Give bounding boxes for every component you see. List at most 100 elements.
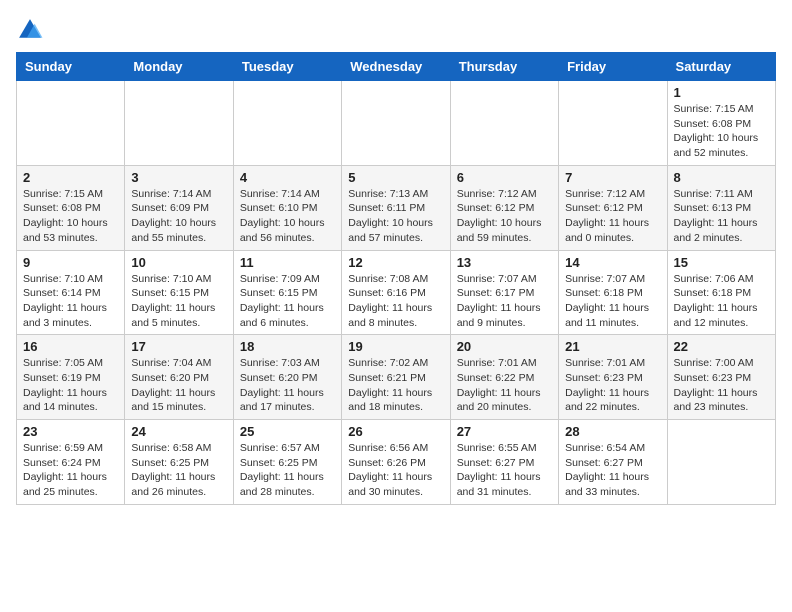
- day-number: 16: [23, 339, 118, 354]
- calendar-cell: 16 Sunrise: 7:05 AM Sunset: 6:19 PM Dayli…: [17, 335, 125, 420]
- day-number: 24: [131, 424, 226, 439]
- day-info: Sunrise: 6:54 AM Sunset: 6:27 PM Dayligh…: [565, 441, 660, 500]
- day-info: Sunrise: 7:15 AM Sunset: 6:08 PM Dayligh…: [674, 102, 769, 161]
- day-info: Sunrise: 6:59 AM Sunset: 6:24 PM Dayligh…: [23, 441, 118, 500]
- calendar-cell: 10Sunrise: 7:10 AM Sunset: 6:15 PM Dayli…: [125, 250, 233, 335]
- calendar-cell: 27 Sunrise: 6:55 AM Sunset: 6:27 PM Dayli…: [450, 420, 558, 505]
- calendar-cell: 15 Sunrise: 7:06 AM Sunset: 6:18 PM Dayli…: [667, 250, 775, 335]
- day-number: 1: [674, 85, 769, 100]
- day-info: Sunrise: 7:12 AM Sunset: 6:12 PM Dayligh…: [457, 187, 552, 246]
- calendar-cell: [125, 81, 233, 166]
- day-number: 14: [565, 255, 660, 270]
- day-info: Sunrise: 6:58 AM Sunset: 6:25 PM Dayligh…: [131, 441, 226, 500]
- calendar-table: SundayMondayTuesdayWednesdayThursdayFrid…: [16, 52, 776, 505]
- calendar-cell: 18 Sunrise: 7:03 AM Sunset: 6:20 PM Dayli…: [233, 335, 341, 420]
- calendar-cell: [559, 81, 667, 166]
- calendar-cell: 5 Sunrise: 7:13 AM Sunset: 6:11 PM Daylig…: [342, 165, 450, 250]
- calendar-cell: [667, 420, 775, 505]
- day-number: 18: [240, 339, 335, 354]
- day-info: Sunrise: 7:08 AM Sunset: 6:16 PM Dayligh…: [348, 272, 443, 331]
- calendar-cell: [233, 81, 341, 166]
- day-info: Sunrise: 7:13 AM Sunset: 6:11 PM Dayligh…: [348, 187, 443, 246]
- day-number: 10: [131, 255, 226, 270]
- calendar-header-friday: Friday: [559, 53, 667, 81]
- day-info: Sunrise: 7:07 AM Sunset: 6:18 PM Dayligh…: [565, 272, 660, 331]
- calendar-cell: 9 Sunrise: 7:10 AM Sunset: 6:14 PM Daylig…: [17, 250, 125, 335]
- day-info: Sunrise: 6:56 AM Sunset: 6:26 PM Dayligh…: [348, 441, 443, 500]
- calendar-header-sunday: Sunday: [17, 53, 125, 81]
- day-info: Sunrise: 7:01 AM Sunset: 6:22 PM Dayligh…: [457, 356, 552, 415]
- day-number: 27: [457, 424, 552, 439]
- calendar-week-4: 16 Sunrise: 7:05 AM Sunset: 6:19 PM Dayli…: [17, 335, 776, 420]
- day-number: 19: [348, 339, 443, 354]
- day-number: 28: [565, 424, 660, 439]
- calendar-cell: 3 Sunrise: 7:14 AM Sunset: 6:09 PM Daylig…: [125, 165, 233, 250]
- calendar-cell: 13Sunrise: 7:07 AM Sunset: 6:17 PM Dayli…: [450, 250, 558, 335]
- calendar-cell: 11Sunrise: 7:09 AM Sunset: 6:15 PM Dayli…: [233, 250, 341, 335]
- calendar-cell: 2 Sunrise: 7:15 AM Sunset: 6:08 PM Daylig…: [17, 165, 125, 250]
- day-info: Sunrise: 7:14 AM Sunset: 6:09 PM Dayligh…: [131, 187, 226, 246]
- day-number: 9: [23, 255, 118, 270]
- day-info: Sunrise: 7:01 AM Sunset: 6:23 PM Dayligh…: [565, 356, 660, 415]
- day-number: 20: [457, 339, 552, 354]
- day-number: 7: [565, 170, 660, 185]
- day-info: Sunrise: 7:10 AM Sunset: 6:14 PM Dayligh…: [23, 272, 118, 331]
- calendar-cell: 25 Sunrise: 6:57 AM Sunset: 6:25 PM Dayli…: [233, 420, 341, 505]
- calendar-cell: 8Sunrise: 7:11 AM Sunset: 6:13 PM Daylig…: [667, 165, 775, 250]
- day-info: Sunrise: 7:11 AM Sunset: 6:13 PM Dayligh…: [674, 187, 769, 246]
- calendar-cell: [17, 81, 125, 166]
- calendar-cell: 6 Sunrise: 7:12 AM Sunset: 6:12 PM Daylig…: [450, 165, 558, 250]
- day-number: 5: [348, 170, 443, 185]
- day-number: 4: [240, 170, 335, 185]
- logo: [16, 16, 48, 44]
- day-number: 2: [23, 170, 118, 185]
- calendar-cell: 4 Sunrise: 7:14 AM Sunset: 6:10 PM Daylig…: [233, 165, 341, 250]
- day-info: Sunrise: 6:55 AM Sunset: 6:27 PM Dayligh…: [457, 441, 552, 500]
- calendar-cell: 21Sunrise: 7:01 AM Sunset: 6:23 PM Dayli…: [559, 335, 667, 420]
- calendar-header-monday: Monday: [125, 53, 233, 81]
- calendar-cell: 24 Sunrise: 6:58 AM Sunset: 6:25 PM Dayli…: [125, 420, 233, 505]
- calendar-header-tuesday: Tuesday: [233, 53, 341, 81]
- calendar-cell: 22 Sunrise: 7:00 AM Sunset: 6:23 PM Dayli…: [667, 335, 775, 420]
- day-number: 23: [23, 424, 118, 439]
- calendar-cell: 20 Sunrise: 7:01 AM Sunset: 6:22 PM Dayli…: [450, 335, 558, 420]
- calendar-cell: 7 Sunrise: 7:12 AM Sunset: 6:12 PM Daylig…: [559, 165, 667, 250]
- day-info: Sunrise: 7:06 AM Sunset: 6:18 PM Dayligh…: [674, 272, 769, 331]
- calendar-week-5: 23 Sunrise: 6:59 AM Sunset: 6:24 PM Dayli…: [17, 420, 776, 505]
- calendar-cell: [342, 81, 450, 166]
- day-number: 13: [457, 255, 552, 270]
- day-number: 25: [240, 424, 335, 439]
- calendar-header-row: SundayMondayTuesdayWednesdayThursdayFrid…: [17, 53, 776, 81]
- calendar-header-saturday: Saturday: [667, 53, 775, 81]
- day-number: 3: [131, 170, 226, 185]
- calendar-cell: 12 Sunrise: 7:08 AM Sunset: 6:16 PM Dayli…: [342, 250, 450, 335]
- calendar-cell: 1 Sunrise: 7:15 AM Sunset: 6:08 PM Daylig…: [667, 81, 775, 166]
- calendar-week-2: 2 Sunrise: 7:15 AM Sunset: 6:08 PM Daylig…: [17, 165, 776, 250]
- day-info: Sunrise: 7:15 AM Sunset: 6:08 PM Dayligh…: [23, 187, 118, 246]
- day-info: Sunrise: 7:09 AM Sunset: 6:15 PM Dayligh…: [240, 272, 335, 331]
- day-info: Sunrise: 7:03 AM Sunset: 6:20 PM Dayligh…: [240, 356, 335, 415]
- calendar-cell: 28 Sunrise: 6:54 AM Sunset: 6:27 PM Dayli…: [559, 420, 667, 505]
- calendar-cell: [450, 81, 558, 166]
- day-info: Sunrise: 7:05 AM Sunset: 6:19 PM Dayligh…: [23, 356, 118, 415]
- day-info: Sunrise: 7:12 AM Sunset: 6:12 PM Dayligh…: [565, 187, 660, 246]
- calendar-cell: 23 Sunrise: 6:59 AM Sunset: 6:24 PM Dayli…: [17, 420, 125, 505]
- day-info: Sunrise: 7:02 AM Sunset: 6:21 PM Dayligh…: [348, 356, 443, 415]
- day-info: Sunrise: 7:14 AM Sunset: 6:10 PM Dayligh…: [240, 187, 335, 246]
- day-info: Sunrise: 7:04 AM Sunset: 6:20 PM Dayligh…: [131, 356, 226, 415]
- calendar-cell: 26 Sunrise: 6:56 AM Sunset: 6:26 PM Dayli…: [342, 420, 450, 505]
- day-number: 22: [674, 339, 769, 354]
- day-number: 17: [131, 339, 226, 354]
- day-number: 15: [674, 255, 769, 270]
- calendar-header-wednesday: Wednesday: [342, 53, 450, 81]
- calendar-cell: 19 Sunrise: 7:02 AM Sunset: 6:21 PM Dayli…: [342, 335, 450, 420]
- logo-icon: [16, 16, 44, 44]
- day-info: Sunrise: 6:57 AM Sunset: 6:25 PM Dayligh…: [240, 441, 335, 500]
- day-number: 26: [348, 424, 443, 439]
- day-number: 6: [457, 170, 552, 185]
- calendar-header-thursday: Thursday: [450, 53, 558, 81]
- calendar-week-1: 1 Sunrise: 7:15 AM Sunset: 6:08 PM Daylig…: [17, 81, 776, 166]
- day-info: Sunrise: 7:00 AM Sunset: 6:23 PM Dayligh…: [674, 356, 769, 415]
- day-number: 12: [348, 255, 443, 270]
- calendar-cell: 14 Sunrise: 7:07 AM Sunset: 6:18 PM Dayli…: [559, 250, 667, 335]
